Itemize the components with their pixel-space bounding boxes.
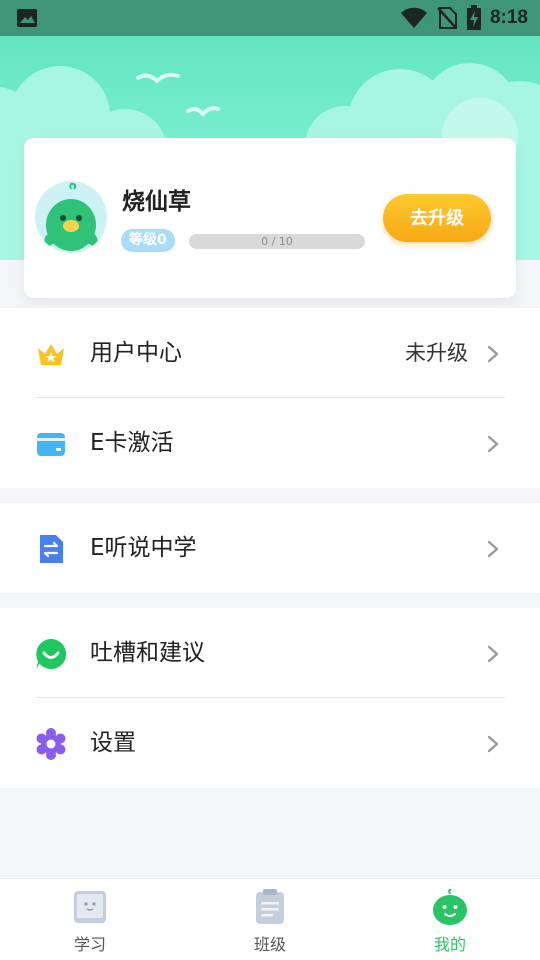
chevron-right-icon <box>487 345 499 363</box>
upgrade-button[interactable]: 去升级 <box>383 194 491 242</box>
tab-label: 班级 <box>253 935 286 954</box>
menu-item-e-listen[interactable]: E听说中学 <box>0 503 540 593</box>
tab-study[interactable]: 学习 <box>0 879 180 960</box>
mascot-avatar-icon <box>44 182 98 251</box>
gear-icon <box>36 728 66 760</box>
book-icon <box>74 891 106 923</box>
menu-item-label: E听说中学 <box>90 535 197 561</box>
menu-item-settings[interactable]: 设置 <box>0 698 540 788</box>
card-icon <box>37 433 65 456</box>
chevron-right-icon <box>487 735 499 753</box>
bottom-tab-bar: 学习 班级 我的 <box>0 878 540 960</box>
menu-item-user-center[interactable]: 用户中心 未升级 <box>0 308 540 398</box>
tab-label: 我的 <box>433 935 466 954</box>
menu-item-label: 用户中心 <box>90 340 182 366</box>
status-bar: 8:18 <box>0 0 540 36</box>
level-progress-text: 0 / 10 <box>261 235 293 248</box>
crown-icon <box>38 344 64 365</box>
tab-class[interactable]: 班级 <box>180 879 360 960</box>
menu-item-label: E卡激活 <box>90 430 174 456</box>
chevron-right-icon <box>487 540 499 558</box>
status-time: 8:18 <box>489 7 528 28</box>
level-badge: 等级0 <box>121 229 175 252</box>
wifi-icon <box>400 7 427 28</box>
membership-status: 未升级 <box>405 341 468 365</box>
avatar[interactable] <box>35 181 107 253</box>
no-sim-icon <box>437 7 457 29</box>
clipboard-icon <box>256 889 284 924</box>
smile-chat-icon <box>36 638 67 669</box>
battery-charging-icon <box>466 5 481 30</box>
menu-item-label: 设置 <box>90 730 136 756</box>
menu-item-label: 吐槽和建议 <box>90 640 205 666</box>
tab-mine[interactable]: 我的 <box>360 879 540 960</box>
tab-label: 学习 <box>73 935 106 954</box>
level-progress-bar: 0 / 10 <box>189 234 365 249</box>
menu-item-feedback[interactable]: 吐槽和建议 <box>0 608 540 698</box>
username: 烧仙草 <box>122 189 191 215</box>
chevron-right-icon <box>487 645 499 663</box>
menu-group-support: 吐槽和建议 设置 <box>0 608 540 788</box>
menu-group-account: 用户中心 未升级 E卡激活 <box>0 308 540 488</box>
chevron-right-icon <box>487 435 499 453</box>
menu-item-e-card[interactable]: E卡激活 <box>0 398 540 488</box>
profile-card: 烧仙草 等级0 0 / 10 去升级 <box>24 138 516 298</box>
image-icon <box>17 9 37 27</box>
menu-group-apps: E听说中学 <box>0 503 540 593</box>
mascot-icon <box>433 888 467 925</box>
exchange-icon <box>40 535 63 563</box>
